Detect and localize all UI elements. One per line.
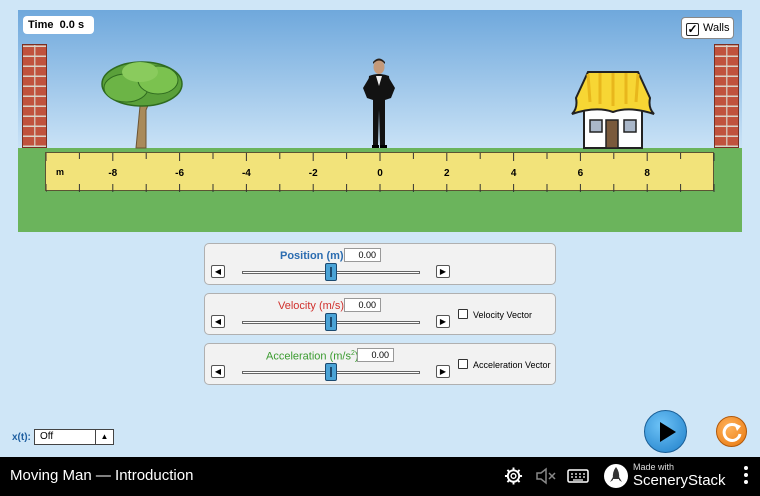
position-increase-button[interactable]: ▶ <box>436 265 450 278</box>
play-button[interactable] <box>644 410 687 453</box>
rocket-icon <box>604 464 628 488</box>
checkbox-icon <box>458 309 468 319</box>
checkbox-icon <box>458 359 468 369</box>
sound-off-icon[interactable] <box>535 466 557 486</box>
ruler-tick-label: -4 <box>242 168 251 179</box>
position-ruler: -8 -6 -4 -2 0 2 4 6 8 m <box>45 152 715 192</box>
checkmark-icon: ✓ <box>686 22 699 36</box>
acceleration-decrease-button[interactable]: ◀ <box>211 365 225 378</box>
position-slider-thumb[interactable] <box>325 263 337 281</box>
play-area: Time 0.0 s ✓ Walls -8 -6 -4 -2 0 2 4 6 8 m <box>18 10 742 232</box>
acceleration-label: Acceleration (m/s2) <box>266 350 359 363</box>
xt-dropdown[interactable]: Off ▲ <box>34 429 114 445</box>
time-value: 0.0 s <box>59 19 85 31</box>
acceleration-vector-label: Acceleration Vector <box>473 360 551 370</box>
right-brick-wall <box>714 44 739 148</box>
ruler-tick-label: -8 <box>108 168 117 179</box>
chevron-up-icon: ▲ <box>95 430 113 444</box>
keyboard-icon[interactable] <box>567 466 589 486</box>
velocity-vector-checkbox[interactable]: Velocity Vector <box>458 309 532 320</box>
acceleration-control-panel: Acceleration (m/s2) 0.00 ◀ ▶ Acceleratio… <box>204 343 556 385</box>
velocity-increase-button[interactable]: ▶ <box>436 315 450 328</box>
velocity-control-panel: Velocity (m/s) 0.00 ◀ ▶ Velocity Vector <box>204 293 556 335</box>
ruler-ticks: -8 -6 -4 -2 0 2 4 6 8 <box>46 153 715 192</box>
ruler-tick-label: -2 <box>309 168 318 179</box>
play-icon <box>660 422 676 442</box>
position-control-panel: Position (m) 0.00 ◀ ▶ <box>204 243 556 285</box>
velocity-slider-thumb[interactable] <box>325 313 337 331</box>
velocity-decrease-button[interactable]: ◀ <box>211 315 225 328</box>
time-label: Time <box>28 19 54 31</box>
ruler-unit-label: m <box>56 167 65 177</box>
walls-checkbox[interactable]: ✓ Walls <box>681 17 734 39</box>
xt-selected-value: Off <box>40 431 54 442</box>
menu-icon[interactable] <box>743 466 749 488</box>
xt-label: x(t): <box>12 432 31 443</box>
ruler-tick-label: 0 <box>377 168 383 179</box>
position-label: Position (m) <box>280 250 344 262</box>
ruler-tick-label: 4 <box>511 168 517 179</box>
sim-title: Moving Man — Introduction <box>10 467 194 484</box>
walls-label: Walls <box>703 22 730 34</box>
velocity-label: Velocity (m/s) <box>278 300 345 312</box>
acceleration-value-field[interactable]: 0.00 <box>357 348 394 362</box>
ruler-tick-label: 6 <box>578 168 584 179</box>
acceleration-vector-checkbox[interactable]: Acceleration Vector <box>458 359 551 370</box>
ruler-tick-label: 8 <box>644 168 650 179</box>
house-icon <box>571 71 655 149</box>
acceleration-slider-thumb[interactable] <box>325 363 337 381</box>
navigation-bar: Moving Man — Introduction Made with Scen… <box>0 457 760 496</box>
moving-man-figure[interactable] <box>359 58 399 150</box>
tree-icon <box>101 61 183 149</box>
left-brick-wall <box>22 44 47 148</box>
velocity-vector-label: Velocity Vector <box>473 310 533 320</box>
time-readout: Time 0.0 s <box>23 16 94 34</box>
reset-icon <box>722 422 742 442</box>
brand-name[interactable]: SceneryStack <box>633 472 726 489</box>
velocity-value-field[interactable]: 0.00 <box>344 298 381 312</box>
position-decrease-button[interactable]: ◀ <box>211 265 225 278</box>
reset-all-button[interactable] <box>716 416 747 447</box>
brand-tagline: Made with <box>633 462 675 472</box>
ruler-tick-label: 2 <box>444 168 450 179</box>
gear-icon[interactable] <box>504 466 523 486</box>
acceleration-increase-button[interactable]: ▶ <box>436 365 450 378</box>
position-value-field[interactable]: 0.00 <box>344 248 381 262</box>
ruler-tick-label: -6 <box>175 168 184 179</box>
